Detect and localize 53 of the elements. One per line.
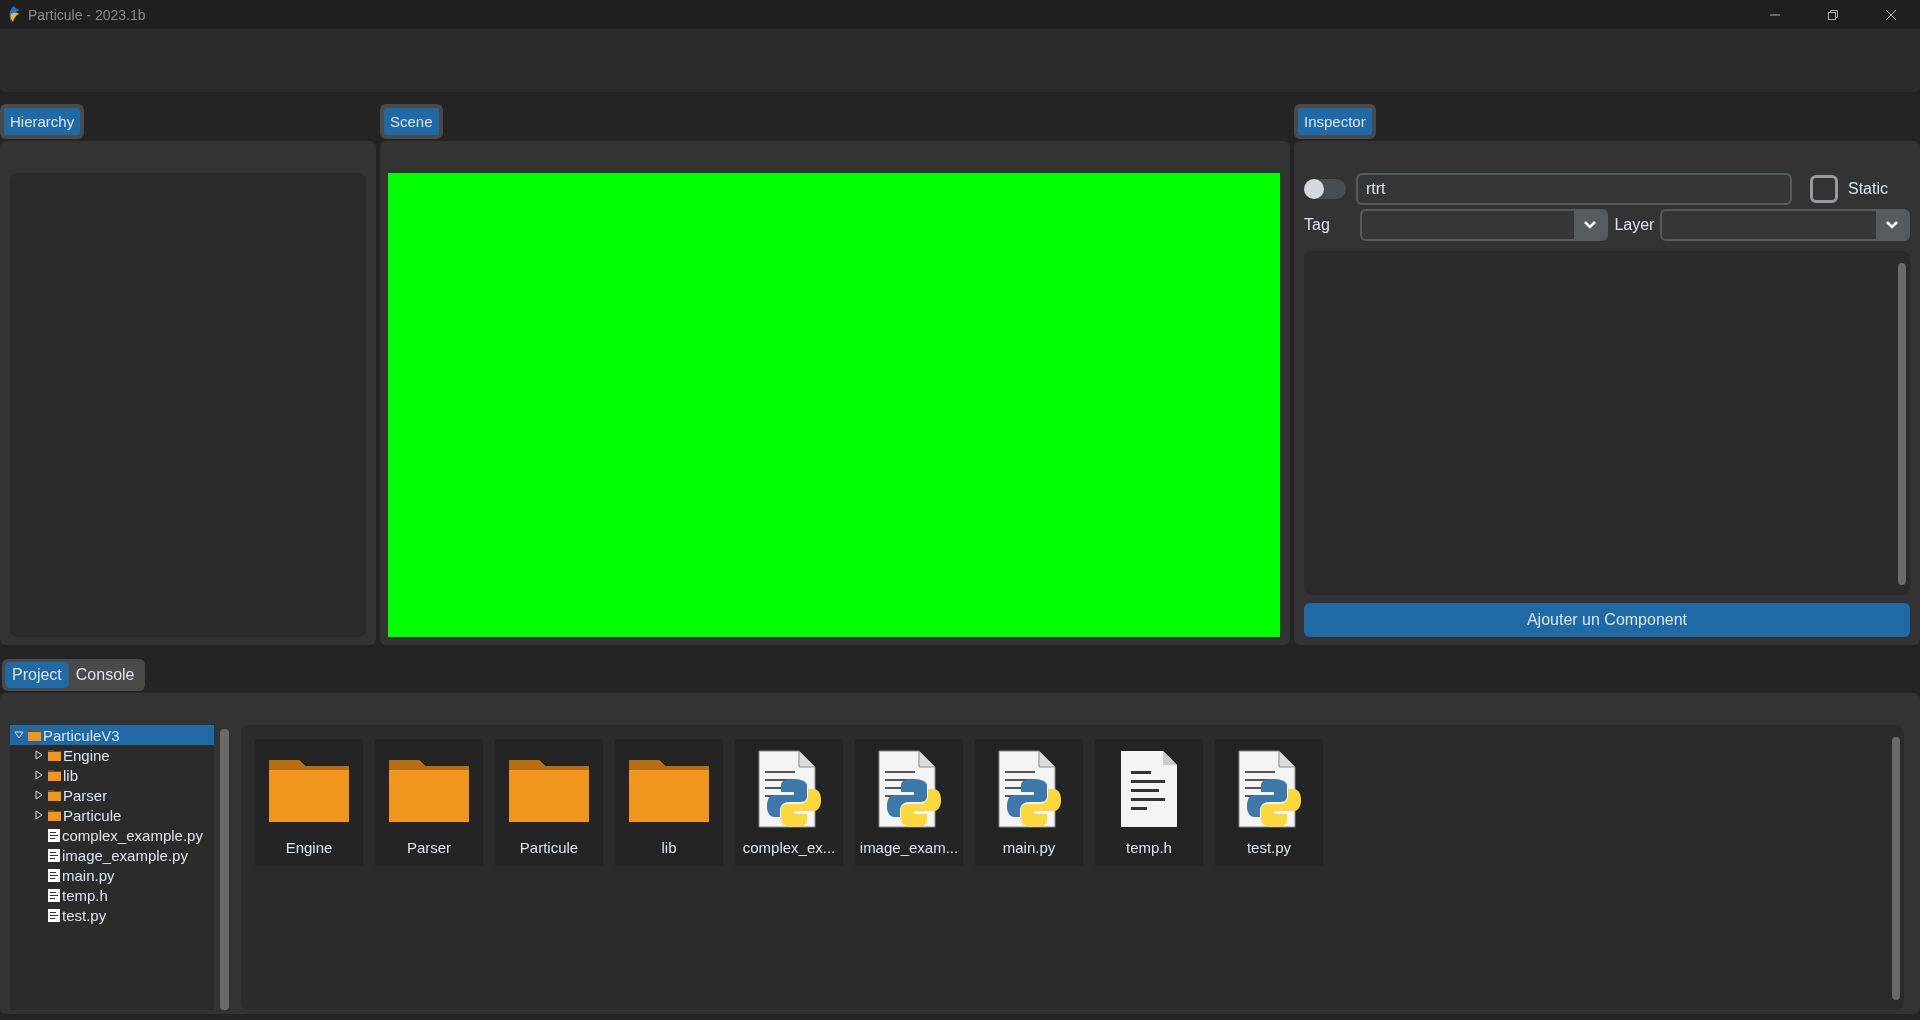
tree-item[interactable]: lib <box>10 765 214 785</box>
scrollbar[interactable] <box>220 729 229 1010</box>
tree-item[interactable]: Engine <box>10 745 214 765</box>
folder-icon <box>48 809 61 821</box>
tree-item[interactable]: Parser <box>10 785 214 805</box>
panel-title: Scene <box>380 104 443 139</box>
tree-item[interactable]: test.py <box>10 905 214 925</box>
collapse-arrow-icon[interactable] <box>14 730 24 740</box>
file-tile[interactable]: Parser <box>375 739 483 866</box>
tab[interactable]: Console <box>68 662 142 688</box>
restore-icon <box>1827 8 1839 21</box>
tree-item[interactable]: image_example.py <box>10 845 214 865</box>
chevron-down-icon <box>1584 221 1597 229</box>
chevron-down-icon <box>1886 221 1898 229</box>
scrollbar[interactable] <box>1892 737 1900 1000</box>
tree-item[interactable]: Particule <box>10 805 214 825</box>
static-label: Static <box>1848 180 1888 198</box>
close-icon <box>1885 8 1897 21</box>
file-tile[interactable]: main.py <box>975 739 1083 866</box>
tag-label: Tag <box>1304 216 1331 234</box>
active-toggle[interactable] <box>1304 179 1346 199</box>
file-icon <box>48 828 60 842</box>
layer-dropdown[interactable] <box>1660 209 1910 241</box>
file-tile[interactable]: complex_ex... <box>735 739 843 866</box>
panel-title: Inspector <box>1294 104 1376 139</box>
window-title: Particule - 2023.1b <box>28 6 147 23</box>
app-logo-icon <box>8 5 20 24</box>
folder-icon <box>48 749 61 761</box>
file-icon <box>48 848 60 862</box>
folder-icon <box>28 729 41 741</box>
panel-title: Hierarchy <box>0 104 85 139</box>
tab[interactable]: Project <box>5 662 69 688</box>
file-icon <box>48 868 60 882</box>
add-component-button[interactable]: Ajouter un Component <box>1304 603 1910 637</box>
folder-icon <box>48 769 61 781</box>
tag-dropdown[interactable] <box>1359 209 1609 241</box>
file-icon <box>48 908 60 922</box>
file-tile[interactable]: image_exam... <box>855 739 963 866</box>
file-tile[interactable]: test.py <box>1215 739 1323 866</box>
file-tile[interactable]: Engine <box>255 739 363 866</box>
layer-label: Layer <box>1614 216 1655 234</box>
file-tile[interactable]: Particule <box>495 739 603 866</box>
name-field[interactable]: rtrt <box>1356 173 1792 205</box>
static-checkbox[interactable] <box>1810 175 1838 203</box>
file-tile[interactable]: lib <box>615 739 723 866</box>
folder-icon <box>48 789 61 801</box>
file-tile[interactable]: temp.h <box>1095 739 1203 866</box>
file-icon <box>48 888 60 902</box>
tree-item[interactable]: complex_example.py <box>10 825 214 845</box>
tree-item[interactable]: temp.h <box>10 885 214 905</box>
tree-item[interactable]: ParticuleV3 <box>10 725 214 745</box>
scrollbar[interactable] <box>1898 263 1906 585</box>
tree-item[interactable]: main.py <box>10 865 214 885</box>
